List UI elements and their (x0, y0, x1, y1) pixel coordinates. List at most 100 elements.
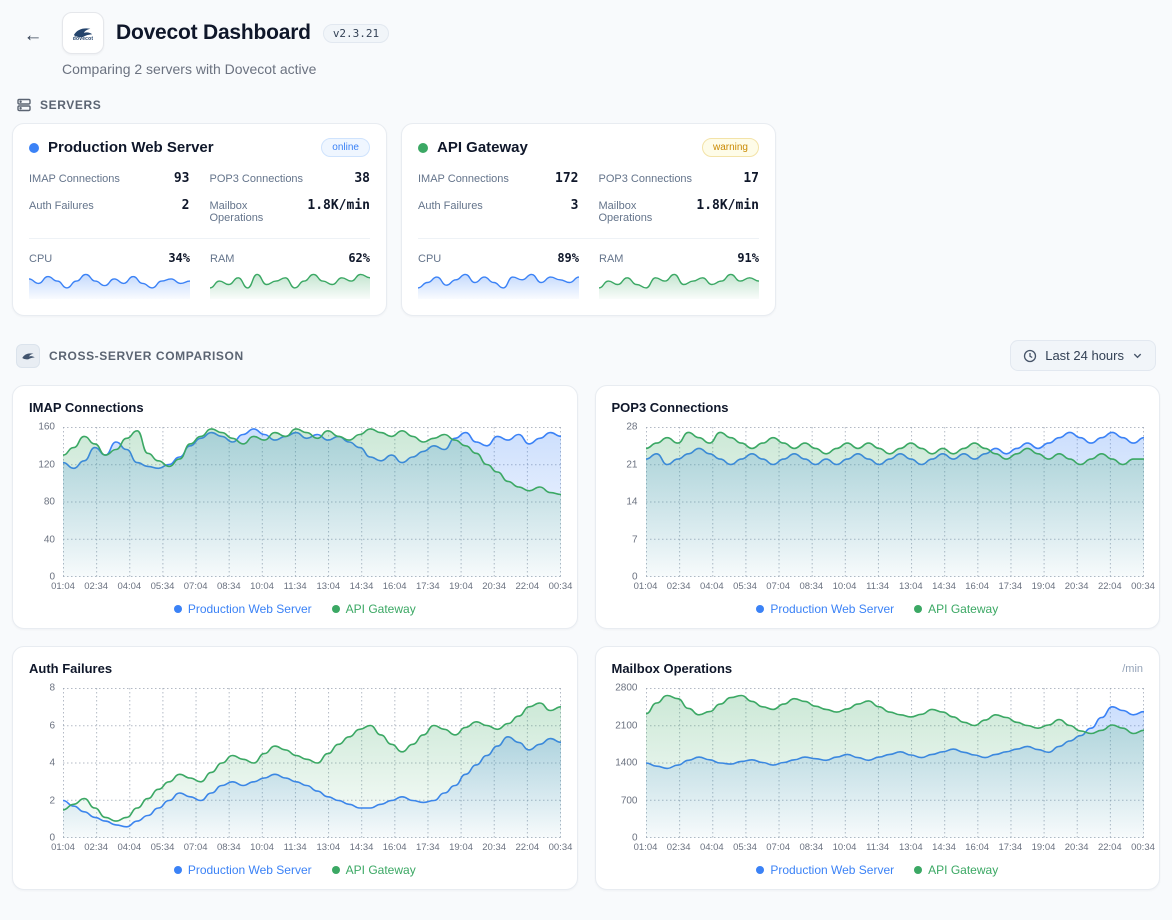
stat-label: POP3 Connections (209, 173, 304, 185)
x-tick-label: 20:34 (482, 581, 507, 592)
x-tick-label: 07:04 (766, 581, 791, 592)
servers-icon (16, 97, 32, 113)
x-tick-label: 05:34 (733, 842, 757, 853)
chart-legend: Production Web Server API Gateway (29, 602, 561, 616)
x-tick-label: 17:34 (998, 842, 1023, 853)
gauge-label: CPU (29, 253, 53, 265)
y-tick-label: 28 (626, 421, 638, 433)
stat-value: 3 (570, 198, 579, 213)
header-main: dovecot Dovecot Dashboard v2.3.21 Compar… (62, 12, 390, 77)
chart-plot (63, 688, 561, 838)
legend-item[interactable]: API Gateway (331, 863, 416, 877)
gauge-label: CPU (418, 253, 442, 265)
sparkline-canvas (417, 273, 580, 299)
x-tick-label: 01:04 (633, 842, 658, 853)
x-tick-label: 22:04 (515, 842, 540, 853)
y-tick-label: 2 (49, 795, 55, 806)
x-tick-label: 01:04 (51, 842, 75, 853)
stat-value: 2 (181, 198, 190, 213)
stat-value: 38 (354, 171, 370, 186)
legend-item[interactable]: Production Web Server (173, 602, 312, 616)
servers-section-text: SERVERS (40, 98, 102, 112)
gauge-value: 34% (168, 251, 190, 265)
x-tick-label: 02:34 (666, 581, 691, 592)
legend-label: Production Web Server (187, 602, 312, 616)
cpu-gauge: CPU 34% (28, 251, 191, 299)
status-badge: online (321, 138, 370, 157)
x-tick-label: 11:34 (866, 842, 890, 853)
x-tick-label: 04:04 (117, 842, 142, 853)
stat-value: 172 (555, 171, 579, 186)
stat-label: Mailbox Operations (598, 200, 653, 224)
servers-section-label: SERVERS (16, 97, 1156, 113)
x-axis: 01:04 02:34 04:04 05:34 07:04 08:34 10:04 11:34… (634, 838, 1155, 854)
y-tick-label: 14 (626, 496, 638, 508)
x-tick-label: 07:04 (183, 842, 208, 853)
x-tick-label: 08:34 (216, 581, 241, 592)
gauge-label: RAM (599, 253, 624, 265)
x-tick-label: 16:04 (965, 581, 990, 592)
comparison-section-text: CROSS-SERVER COMPARISON (49, 348, 244, 363)
chart-card-pop3-connections: POP3 Connections 0 7 14 21 28 01:04 02:34 04:0… (594, 385, 1160, 629)
chart-card-mailbox-operations: Mailbox Operations /min 0 700 1400 2100 2800… (594, 646, 1160, 890)
stat-label: Mailbox Operations (209, 200, 264, 224)
stat-imap-connections: IMAP Connections 172 (418, 171, 579, 186)
x-tick-label: 00:34 (1131, 842, 1155, 853)
x-axis: 01:04 02:34 04:04 05:34 07:04 08:34 10:04 11:34… (51, 838, 572, 854)
y-tick-label: 40 (43, 534, 55, 545)
stat-pop3-connections: POP3 Connections 17 (599, 171, 760, 186)
x-tick-label: 22:04 (1097, 842, 1122, 853)
cpu-gauge: CPU 89% (417, 251, 580, 299)
legend-dot (756, 866, 765, 874)
server-status-dot (418, 142, 428, 153)
stat-value: 1.8K/min (307, 198, 370, 213)
y-tick-label: 120 (38, 459, 55, 470)
chart-plot (645, 427, 1144, 577)
server-card-production[interactable]: Production Web Server online IMAP Connec… (12, 123, 387, 316)
x-tick-label: 19:04 (1031, 581, 1056, 592)
gauge-value: 91% (737, 251, 759, 265)
time-range-dropdown[interactable]: Last 24 hours (1010, 340, 1156, 371)
y-tick-label: 8 (49, 682, 55, 694)
x-tick-label: 02:34 (84, 842, 109, 853)
legend-item[interactable]: API Gateway (914, 863, 998, 877)
back-button[interactable]: ← (16, 18, 50, 52)
legend-item[interactable]: API Gateway (331, 602, 416, 616)
sparkline-canvas (209, 273, 371, 299)
version-badge: v2.3.21 (322, 23, 390, 43)
x-tick-label: 07:04 (766, 842, 791, 853)
legend-dot (173, 605, 182, 613)
chart-title: IMAP Connections (29, 400, 144, 415)
page-subtitle: Comparing 2 servers with Dovecot active (62, 61, 317, 77)
chart-unit: /min (1122, 662, 1143, 675)
x-tick-label: 13:04 (316, 842, 341, 853)
x-tick-label: 08:34 (799, 842, 824, 853)
server-card-api-gateway[interactable]: API Gateway warning IMAP Connections 172… (401, 123, 776, 316)
x-tick-label: 00:34 (1131, 581, 1155, 592)
cpu-sparkline (417, 269, 580, 299)
x-tick-label: 19:04 (449, 842, 473, 853)
gauge-value: 62% (348, 251, 370, 265)
x-tick-label: 20:34 (1064, 842, 1089, 853)
ram-gauge: RAM 62% (209, 251, 371, 299)
legend-item[interactable]: API Gateway (914, 602, 998, 616)
legend-item[interactable]: Production Web Server (756, 602, 894, 616)
stat-value: 1.8K/min (696, 198, 759, 213)
chart-canvas (63, 688, 561, 838)
x-tick-label: 01:04 (633, 581, 658, 592)
y-tick-label: 4 (49, 757, 55, 769)
chart-title: POP3 Connections (611, 400, 729, 415)
y-axis: 0 700 1400 2100 2800 (612, 683, 646, 844)
y-tick-label: 1400 (615, 757, 638, 769)
legend-label: Production Web Server (770, 863, 895, 877)
x-tick-label: 10:04 (832, 842, 857, 853)
status-badge: warning (701, 138, 759, 157)
chart-plot (63, 427, 561, 577)
x-tick-label: 20:34 (1064, 581, 1089, 592)
legend-item[interactable]: Production Web Server (173, 863, 312, 877)
y-tick-label: 6 (49, 720, 55, 731)
legend-item[interactable]: Production Web Server (756, 863, 894, 877)
stat-mailbox-operations: Mailbox Operations 1.8K/min (210, 198, 371, 224)
chevron-down-icon (1133, 353, 1142, 359)
x-tick-label: 14:34 (349, 842, 374, 853)
